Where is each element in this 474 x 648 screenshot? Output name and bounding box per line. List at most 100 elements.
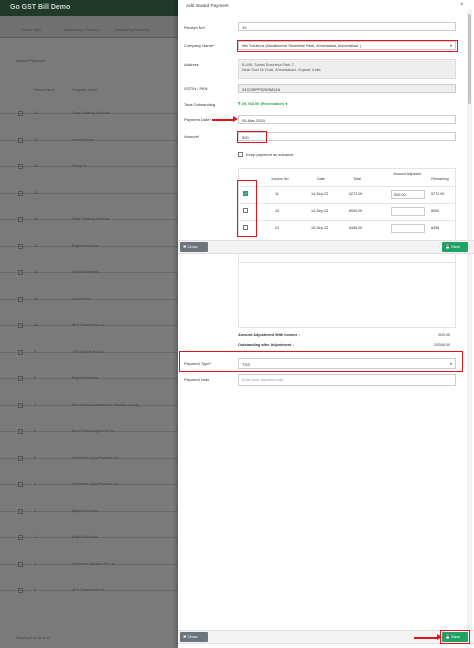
row-checkbox[interactable] bbox=[18, 482, 23, 487]
subnav-item-outstanding-payments[interactable]: Outstanding Payments bbox=[114, 28, 149, 32]
row-receipt-no: 11 bbox=[34, 296, 38, 301]
row-receipt-no: 5 bbox=[34, 455, 36, 460]
close-button[interactable]: ✖ Close bbox=[180, 242, 208, 252]
row-company-name: APS Traders Pvt Ltd bbox=[72, 588, 104, 592]
close-icon[interactable]: × bbox=[460, 2, 464, 8]
row-checkbox[interactable] bbox=[18, 588, 23, 593]
row-company-name: Hiring Co bbox=[72, 164, 87, 168]
table-row[interactable]: 16 Hiring Co bbox=[0, 164, 178, 169]
table-row[interactable]: 17 Hitesh Parmar bbox=[0, 137, 178, 143]
row-receipt-no: 16 bbox=[34, 164, 38, 168]
table-row[interactable]: 2 Bright Electricals bbox=[0, 535, 178, 540]
table-row[interactable]: 13 Bright Electricals bbox=[0, 243, 178, 249]
payment-date-input[interactable]: 05-Mar-2024 bbox=[238, 115, 456, 124]
row-checkbox[interactable] bbox=[18, 164, 23, 169]
row-checkbox[interactable] bbox=[18, 111, 23, 116]
row-company-name: Greenfresh Agro Products Ltd bbox=[72, 482, 119, 486]
row-company-name: APS Traders Pvt Ltd bbox=[72, 323, 104, 327]
advance-checkbox-row[interactable]: Keep payment as advance. bbox=[238, 152, 294, 158]
receipt-label: Receipt No* bbox=[184, 25, 206, 30]
row-checkbox[interactable] bbox=[18, 349, 23, 355]
advance-checkbox[interactable] bbox=[238, 152, 243, 158]
adjustment-value: 500.00 bbox=[438, 333, 450, 337]
footer-close-button[interactable]: ✖ Close bbox=[180, 632, 208, 642]
row-checkbox[interactable] bbox=[18, 217, 23, 222]
row-receipt-no: 6 bbox=[34, 429, 36, 433]
row-checkbox[interactable] bbox=[18, 137, 23, 143]
th-date: Date bbox=[317, 177, 325, 181]
outstanding-after-value: 29268.00 bbox=[434, 343, 450, 347]
row-company-name: Bright Electricals bbox=[72, 535, 99, 539]
payment-note-input[interactable]: Enter your payment note bbox=[238, 374, 456, 386]
row-checkbox[interactable] bbox=[18, 376, 23, 381]
table-row[interactable]: 7 Shri Krishna Investment & Services (Jal… bbox=[0, 402, 178, 408]
gstin-field: 24CORPP5209M1ZA bbox=[238, 84, 456, 93]
table-row[interactable]: 4 Greenfresh Agro Products Ltd bbox=[0, 482, 178, 487]
column-header-receipt[interactable]: Receipt No ▾ bbox=[34, 88, 54, 92]
row-checkbox[interactable] bbox=[18, 296, 23, 302]
amount-adjusted-input[interactable]: 500.00 bbox=[391, 190, 425, 199]
row-checkbox[interactable] bbox=[18, 270, 23, 275]
save-button[interactable]: 💾 Save bbox=[442, 242, 468, 252]
row-checkbox[interactable] bbox=[18, 561, 23, 567]
table-row[interactable]: 15 bbox=[0, 190, 178, 196]
row-checkbox[interactable] bbox=[18, 402, 23, 408]
th-total: Total bbox=[353, 177, 361, 181]
row-company-name: APS Traders Pvt Ltd bbox=[72, 349, 104, 354]
invoice-date: 14-Sep-23 bbox=[311, 192, 329, 196]
receipt-no-input[interactable]: 19 bbox=[238, 22, 456, 31]
row-checkbox[interactable] bbox=[18, 429, 23, 434]
invoice-no: 21 bbox=[275, 226, 280, 230]
highlight-save bbox=[440, 630, 470, 644]
table-row[interactable]: 12 Bright Electricals bbox=[0, 270, 178, 275]
table-row[interactable]: 9 APS Traders Pvt Ltd bbox=[0, 349, 178, 355]
amount-adjusted-input[interactable] bbox=[391, 207, 425, 216]
row-company-name: Deep Cleaning Services bbox=[72, 111, 110, 115]
table-row[interactable]: 8 Bright Electricals bbox=[0, 376, 178, 381]
row-company-name: Deep Cleaning Services bbox=[72, 217, 110, 221]
row-company-name: Bright Electricals bbox=[72, 243, 99, 248]
row-receipt-no: 8 bbox=[34, 376, 36, 380]
table-row[interactable]: 6 Boost Technologies Pvt Ltd bbox=[0, 429, 178, 434]
invoice-date: 15-Sep-23 bbox=[311, 226, 329, 230]
row-receipt-no: 2 bbox=[34, 535, 36, 539]
highlight-payment-type bbox=[179, 351, 463, 372]
column-header-company[interactable]: Company Name bbox=[72, 88, 97, 92]
table-row[interactable]: 5 Greenfresh Agro Products Ltd bbox=[0, 455, 178, 461]
row-receipt-no: 19 bbox=[34, 111, 38, 115]
row-checkbox[interactable] bbox=[18, 190, 23, 196]
row-company-name: Bright Electricals bbox=[72, 376, 99, 380]
table-row[interactable]: 10 APS Traders Pvt Ltd bbox=[0, 323, 178, 328]
row-company-name: Greenfresh Agro Products Ltd bbox=[72, 455, 119, 460]
row-checkbox[interactable] bbox=[18, 323, 23, 328]
row-checkbox[interactable] bbox=[18, 535, 23, 540]
invoice-total: 8000.00 bbox=[349, 209, 363, 213]
gstin-label: GSTIN / PAN bbox=[184, 86, 208, 91]
table-row[interactable]: 3 Bright Electricals bbox=[0, 508, 178, 514]
amount-adjusted-input[interactable] bbox=[391, 224, 425, 233]
row-checkbox[interactable] bbox=[18, 455, 23, 461]
table-row[interactable]: 19 Deep Cleaning Services bbox=[0, 111, 178, 116]
scrollbar-thumb[interactable] bbox=[468, 14, 471, 104]
adjustment-row: Amount Adjustment With Invoice : 500.00 bbox=[238, 333, 456, 337]
subnav-item-outstanding-opening[interactable]: Outstanding / Opening bbox=[64, 28, 99, 32]
row-checkbox[interactable] bbox=[18, 243, 23, 249]
pagination-info: Showing 1 to 20 of 40 bbox=[16, 636, 50, 640]
invoice-remaining: 5772.00 bbox=[431, 192, 445, 196]
highlight-amount bbox=[237, 131, 267, 143]
adjustment-label: Amount Adjustment With Invoice : bbox=[238, 333, 300, 337]
outstanding-value: ₹ 29,768.00 (Receivable) ● bbox=[238, 101, 288, 106]
invoice-no: 13 bbox=[275, 209, 280, 213]
subnav-item-inward-slips[interactable]: Inward Slips bbox=[22, 28, 41, 32]
table-row[interactable]: 14 Deep Cleaning Services bbox=[0, 217, 178, 222]
amount-input[interactable]: 500 bbox=[238, 132, 456, 141]
row-checkbox[interactable] bbox=[18, 508, 23, 514]
scrollbar[interactable] bbox=[467, 10, 472, 640]
address-line-2: Near Soni Ni Chali, Ahmedabad, Gujarat, … bbox=[242, 68, 321, 72]
table-row[interactable]: 0 APS Traders Pvt Ltd bbox=[0, 588, 178, 593]
table-row[interactable]: 1 SecMount Solutions Pvt Ltd bbox=[0, 561, 178, 567]
row-receipt-no: 4 bbox=[34, 482, 36, 486]
row-receipt-no: 0 bbox=[34, 588, 36, 592]
table-row[interactable]: 11 Amazon Inc bbox=[0, 296, 178, 302]
row-receipt-no: 14 bbox=[34, 217, 38, 221]
